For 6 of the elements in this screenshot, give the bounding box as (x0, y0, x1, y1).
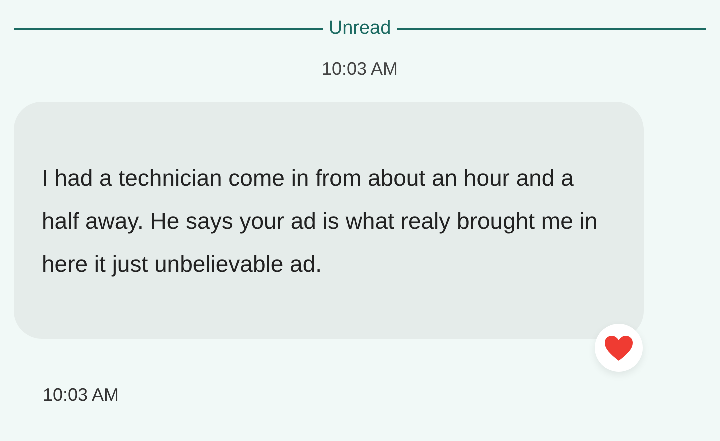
message-bubble[interactable]: I had a technician come in from about an hour and a half away. He says your ad is what realy brought me in here it just unbelievable ad. (14, 102, 644, 339)
unread-divider-label: Unread (328, 18, 392, 40)
heart-icon (604, 334, 634, 362)
timestamp: 10:03 AM (320, 59, 400, 80)
message-time: 10:03 AM (43, 385, 120, 406)
reaction-badge[interactable] (595, 324, 643, 372)
